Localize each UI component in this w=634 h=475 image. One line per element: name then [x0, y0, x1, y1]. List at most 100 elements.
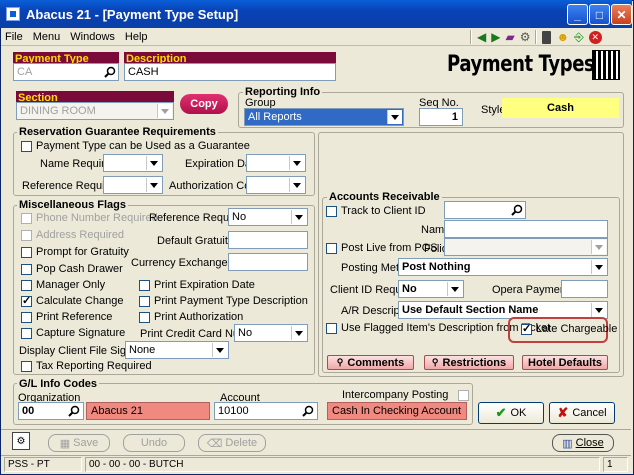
settings-icon[interactable]: ⚙: [12, 432, 30, 450]
print-authorization-label: Print Authorization: [154, 311, 244, 323]
expiration-date-select[interactable]: [246, 154, 306, 172]
print-reference-row[interactable]: Print Reference: [21, 311, 112, 323]
post-live-from-pos-row[interactable]: Post Live from POS: [326, 242, 438, 254]
misc-reference-required-value: No: [232, 211, 247, 223]
address-required-checkbox[interactable]: [21, 229, 32, 241]
display-client-file-signature-value: None: [129, 344, 156, 356]
menu-menu[interactable]: Menu: [33, 31, 61, 43]
opera-payment-field[interactable]: [561, 280, 608, 298]
post-live-from-pos-checkbox[interactable]: [326, 242, 337, 254]
hotel-defaults-label: Hotel Defaults: [528, 356, 602, 369]
menu-file[interactable]: File: [5, 31, 23, 43]
book-icon[interactable]: ▰: [505, 30, 514, 44]
print-payment-type-description-row[interactable]: Print Payment Type Description: [139, 295, 308, 307]
close-window-button[interactable]: ✕: [611, 4, 632, 25]
search-icon[interactable]: [509, 202, 525, 218]
misc-reference-required-select[interactable]: No: [228, 208, 308, 226]
client-id-required-select[interactable]: No: [398, 280, 464, 298]
back-arrow-icon[interactable]: ◀: [477, 30, 486, 44]
hotel-defaults-button[interactable]: Hotel Defaults: [522, 355, 608, 370]
currency-exchange-rate-field[interactable]: [228, 253, 308, 271]
ok-button[interactable]: ✔ OK: [478, 402, 544, 424]
print-expiration-date-row[interactable]: Print Expiration Date: [139, 279, 255, 291]
authorization-code-select[interactable]: [246, 176, 306, 194]
prompt-for-gratuity-checkbox[interactable]: [21, 246, 32, 258]
phone-number-required-checkbox[interactable]: [21, 212, 32, 224]
late-chargeable-checkbox[interactable]: [521, 322, 532, 335]
menu-help[interactable]: Help: [125, 31, 148, 43]
posting-method-select[interactable]: Post Nothing: [398, 258, 608, 276]
page-title: Payment Types: [447, 52, 595, 77]
delete-button[interactable]: ⌫ Delete: [198, 434, 266, 452]
checkmark-icon: ✔: [495, 405, 507, 420]
track-to-client-id-row[interactable]: Track to Client ID: [326, 205, 426, 217]
print-authorization-checkbox[interactable]: [139, 311, 150, 323]
guarantee-checkbox[interactable]: [21, 140, 32, 152]
exit-door-icon[interactable]: ⎆: [574, 30, 584, 45]
print-credit-card-number-select[interactable]: No: [234, 324, 308, 342]
intercompany-posting-label: Intercompany Posting: [342, 389, 449, 401]
track-to-client-id-checkbox[interactable]: [326, 205, 337, 217]
maximize-button[interactable]: □: [589, 4, 610, 25]
calculate-change-row[interactable]: Calculate Change: [21, 294, 123, 307]
prompt-for-gratuity-row[interactable]: Prompt for Gratuity: [21, 246, 129, 258]
organization-name: Abacus 21: [86, 402, 210, 420]
search-icon[interactable]: [102, 64, 118, 80]
pop-cash-drawer-checkbox[interactable]: [21, 263, 32, 275]
reference-required-select[interactable]: [103, 176, 163, 194]
comments-button[interactable]: ⚲ Comments: [327, 355, 414, 370]
restrictions-button[interactable]: ⚲ Restrictions: [424, 355, 514, 370]
section-select[interactable]: DINING ROOM: [16, 102, 174, 120]
tax-reporting-required-checkbox[interactable]: [21, 360, 32, 372]
user-icon[interactable]: ☻: [556, 30, 569, 44]
minimize-button[interactable]: _: [567, 4, 588, 25]
style-swatch[interactable]: Cash: [502, 98, 619, 118]
copy-button[interactable]: Copy: [180, 94, 228, 114]
undo-button[interactable]: Undo: [123, 434, 185, 452]
delete-label: Delete: [225, 437, 258, 449]
status-count: 1: [603, 457, 628, 472]
name-required-select[interactable]: [103, 154, 163, 172]
close-button[interactable]: ▥ Close: [552, 434, 614, 452]
phone-number-required-row[interactable]: Phone Number Required: [21, 212, 158, 224]
gl-info-codes-legend: G/L Info Codes: [17, 378, 100, 390]
chevron-down-icon: [146, 156, 161, 170]
print-reference-checkbox[interactable]: [21, 311, 32, 323]
menu-windows[interactable]: Windows: [70, 31, 115, 43]
display-client-file-signature-select[interactable]: None: [125, 341, 229, 359]
guarantee-checkbox-row[interactable]: Payment Type can be Used as a Guarantee: [21, 140, 250, 152]
quick-toolbar: ◀ ▶ ▰ ⚙ ☻ ⎆ ✕: [470, 30, 602, 44]
folio-select[interactable]: [444, 238, 608, 256]
accounts-receivable-legend: Accounts Receivable: [327, 191, 442, 203]
search-icon[interactable]: [66, 403, 82, 419]
capture-signature-row[interactable]: Capture Signature: [21, 327, 125, 339]
group-select[interactable]: All Reports: [244, 108, 404, 126]
description-field[interactable]: CASH: [124, 63, 336, 81]
print-authorization-row[interactable]: Print Authorization: [139, 311, 243, 323]
manager-only-checkbox[interactable]: [21, 279, 32, 291]
ok-label: OK: [510, 407, 527, 419]
pop-cash-drawer-row[interactable]: Pop Cash Drawer: [21, 263, 123, 275]
ar-name-field[interactable]: [444, 220, 608, 238]
print-expiration-date-label: Print Expiration Date: [154, 279, 255, 291]
default-gratuity-field[interactable]: [228, 231, 308, 249]
stop-icon[interactable]: ✕: [588, 30, 602, 44]
forward-arrow-icon[interactable]: ▶: [491, 30, 500, 44]
calculator-icon[interactable]: [542, 30, 552, 44]
print-expiration-date-checkbox[interactable]: [139, 279, 150, 291]
late-chargeable-row[interactable]: Late Chargeable: [521, 322, 617, 335]
tools-icon[interactable]: ⚙: [520, 30, 531, 44]
seq-no-field[interactable]: 1: [419, 108, 463, 126]
intercompany-posting-checkbox[interactable]: [458, 390, 469, 404]
cancel-button[interactable]: ✘ Cancel: [549, 402, 615, 424]
capture-signature-checkbox[interactable]: [21, 327, 32, 339]
address-required-row[interactable]: Address Required: [21, 229, 124, 241]
chevron-down-icon: [591, 303, 606, 317]
print-payment-type-description-checkbox[interactable]: [139, 295, 150, 307]
save-button[interactable]: ▦ Save: [48, 434, 110, 452]
manager-only-row[interactable]: Manager Only: [21, 279, 105, 291]
search-icon[interactable]: [300, 403, 316, 419]
tax-reporting-required-row[interactable]: Tax Reporting Required: [21, 360, 152, 372]
use-flagged-checkbox[interactable]: [326, 322, 337, 334]
calculate-change-checkbox[interactable]: [21, 294, 32, 307]
